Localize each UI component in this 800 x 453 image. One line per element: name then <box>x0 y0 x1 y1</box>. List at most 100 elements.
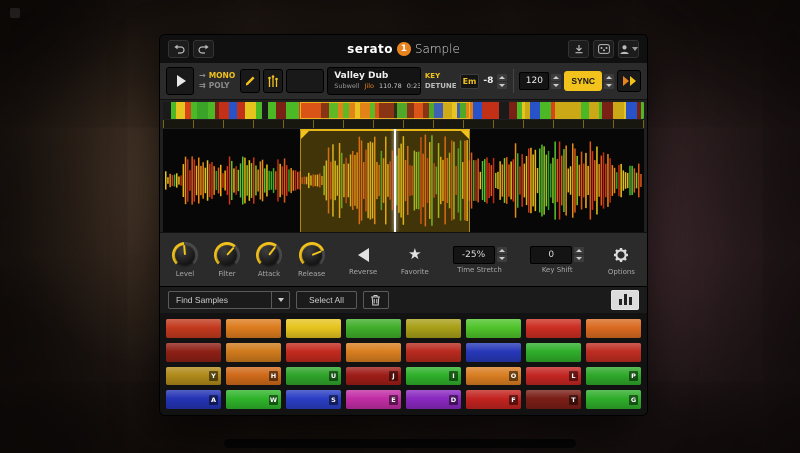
pad-key-label: J <box>389 371 398 381</box>
sample-pad[interactable] <box>526 319 581 338</box>
track-bpm: 110.78 <box>379 83 402 90</box>
sample-pad[interactable]: L <box>526 367 581 386</box>
knob-control-filter: Filter <box>214 242 240 278</box>
play-button[interactable] <box>166 67 194 95</box>
pad-view-toggle-button[interactable] <box>611 290 639 310</box>
sample-pad[interactable] <box>406 343 461 362</box>
pad-key-label: U <box>329 371 338 381</box>
time-stretch-label: Time Stretch <box>457 267 502 274</box>
midi-button[interactable] <box>593 40 614 58</box>
sample-pad[interactable] <box>166 319 221 338</box>
favorite-button[interactable]: ★ <box>404 244 426 266</box>
detune-up-button[interactable] <box>497 74 507 81</box>
midi-icon <box>598 44 610 54</box>
tempo-value[interactable]: 120 <box>519 72 549 90</box>
arrow-up-icon <box>553 76 559 79</box>
sample-pad[interactable]: D <box>406 390 461 409</box>
sample-pad[interactable]: P <box>586 367 641 386</box>
track-artist: Subwell <box>334 83 359 90</box>
select-all-button[interactable]: Select All <box>296 291 357 309</box>
reverse-control: Reverse <box>349 244 377 276</box>
sample-pad[interactable] <box>226 343 281 362</box>
undo-button[interactable] <box>168 40 189 58</box>
time-stretch-value[interactable]: -25% <box>453 246 495 264</box>
find-samples-caret-button[interactable] <box>272 291 290 309</box>
export-button[interactable] <box>568 40 589 58</box>
key-shift-down-button[interactable] <box>574 255 584 262</box>
filter-knob[interactable] <box>214 242 240 268</box>
waveform-selection[interactable] <box>300 129 470 232</box>
pitch-pen-tool-button[interactable] <box>240 69 260 93</box>
sample-pad[interactable] <box>346 319 401 338</box>
key-value-badge[interactable]: Em <box>460 74 480 89</box>
sample-pad[interactable]: T <box>526 390 581 409</box>
sample-pad[interactable]: Y <box>166 367 221 386</box>
tempo-up-button[interactable] <box>551 74 561 81</box>
sample-pad[interactable] <box>406 319 461 338</box>
sample-pad[interactable] <box>586 319 641 338</box>
sample-pad[interactable]: W <box>226 390 281 409</box>
poly-icon: ⇉ <box>199 82 206 90</box>
sample-pad[interactable]: F <box>466 390 521 409</box>
key-shift-up-button[interactable] <box>574 247 584 254</box>
sync-button[interactable]: SYNC <box>564 71 602 91</box>
sync-down-button[interactable] <box>604 82 614 89</box>
sample-pad[interactable]: A <box>166 390 221 409</box>
sample-pad[interactable] <box>526 343 581 362</box>
serato-dj-link-button[interactable] <box>617 70 641 92</box>
sample-pad[interactable] <box>466 319 521 338</box>
release-knob[interactable] <box>299 242 325 268</box>
detune-label: DETUNE <box>425 83 457 90</box>
sample-pad[interactable] <box>286 343 341 362</box>
sample-pad[interactable]: J <box>346 367 401 386</box>
sync-group: SYNC <box>564 71 614 91</box>
sample-pad[interactable]: G <box>586 390 641 409</box>
find-samples-dropdown[interactable]: Find Samples <box>168 291 272 309</box>
undo-icon <box>173 44 185 54</box>
sample-pad[interactable] <box>166 343 221 362</box>
sample-pad[interactable] <box>226 319 281 338</box>
voice-mode-toggle[interactable]: → MONO ⇉ POLY <box>197 72 237 90</box>
time-stretch-up-button[interactable] <box>497 247 507 254</box>
time-stretch-down-button[interactable] <box>497 255 507 262</box>
knob-control-attack: Attack <box>256 242 282 278</box>
tempo-down-button[interactable] <box>551 82 561 89</box>
sample-pad[interactable] <box>346 343 401 362</box>
track-overview[interactable] <box>163 102 644 119</box>
sample-pad[interactable] <box>286 319 341 338</box>
playhead[interactable] <box>394 129 396 232</box>
reverse-button[interactable] <box>352 244 374 266</box>
keyboard-mode-button[interactable] <box>286 69 324 93</box>
sample-pad[interactable]: E <box>346 390 401 409</box>
knob-pointer <box>311 250 321 256</box>
sample-pad[interactable]: O <box>466 367 521 386</box>
detune-down-button[interactable] <box>497 82 507 89</box>
sample-pad[interactable]: I <box>406 367 461 386</box>
arrow-up-icon <box>576 249 582 252</box>
sample-bar: Find Samples Select All <box>160 286 647 313</box>
waveform-display[interactable] <box>163 129 644 232</box>
attack-knob[interactable] <box>256 242 282 268</box>
track-info[interactable]: Valley Dub Subwell Jilo 110.78 0:23 <box>327 67 421 95</box>
cue-tool-button[interactable] <box>263 69 283 93</box>
level-knob[interactable] <box>172 242 198 268</box>
sample-pad[interactable] <box>586 343 641 362</box>
sample-pad[interactable]: U <box>286 367 341 386</box>
reverse-label: Reverse <box>349 269 377 276</box>
delete-button[interactable] <box>363 291 389 309</box>
arrow-up-icon <box>499 249 505 252</box>
redo-button[interactable] <box>193 40 214 58</box>
user-menu-button[interactable] <box>618 40 639 58</box>
video-progress-bar[interactable] <box>224 439 576 448</box>
tempo-group: 120 <box>519 72 561 90</box>
sample-pad[interactable]: H <box>226 367 281 386</box>
sample-pad[interactable]: S <box>286 390 341 409</box>
knob-label: Filter <box>218 271 235 278</box>
sample-pad[interactable] <box>466 343 521 362</box>
overview-selection[interactable] <box>300 102 470 119</box>
options-button[interactable] <box>610 244 632 266</box>
mono-icon: → <box>199 72 206 80</box>
user-icon <box>619 44 630 55</box>
key-shift-value[interactable]: 0 <box>530 246 572 264</box>
sync-up-button[interactable] <box>604 74 614 81</box>
